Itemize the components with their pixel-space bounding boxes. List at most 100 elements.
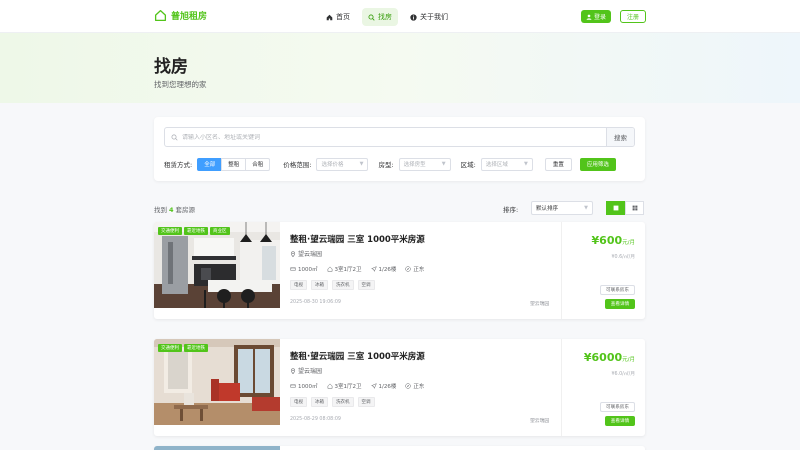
rent-type-all[interactable]: 全部 xyxy=(197,157,223,171)
unit-price: ¥6.0/㎡/月 xyxy=(611,372,635,377)
nav-item-label: 关于我们 xyxy=(420,13,448,21)
nav-item-find-house[interactable]: 找房 xyxy=(362,8,398,26)
listing-tags: 交通便利 靠近地铁 xyxy=(158,344,208,352)
listing-specs: 1000㎡ 3室1厅2卫 1/26楼 正东 xyxy=(290,265,424,273)
search-icon xyxy=(368,13,375,21)
result-number: 4 xyxy=(169,206,174,214)
community-name: 望云瑞园 xyxy=(298,368,323,375)
login-button[interactable]: 登录 xyxy=(581,10,611,23)
amenity-tag: 电视 xyxy=(290,397,307,407)
nav-item-about[interactable]: 关于我们 xyxy=(404,8,454,26)
amenity-list: 电视 冰箱 洗衣机 空调 xyxy=(290,397,375,407)
price-label: 价格范围: xyxy=(283,161,312,169)
search-icon xyxy=(171,134,178,141)
location-pin-icon xyxy=(290,250,296,257)
amenity-tag: 洗衣机 xyxy=(332,280,354,290)
spec-floor-value: 1/26楼 xyxy=(378,267,397,273)
apply-filter-button[interactable]: 应用筛选 xyxy=(579,157,616,171)
view-detail-button[interactable]: 查看详情 xyxy=(605,416,635,426)
price-amount: ¥6000 xyxy=(583,351,623,364)
chevron-down-icon: ▼ xyxy=(441,161,446,167)
feature-tag: 靠近地铁 xyxy=(184,344,208,352)
search-input[interactable] xyxy=(178,133,606,141)
navigation-icon xyxy=(370,266,377,272)
house-icon xyxy=(327,383,332,389)
nav-item-home[interactable]: 首页 xyxy=(320,8,356,26)
user-icon xyxy=(586,14,592,20)
compass-icon xyxy=(405,383,411,389)
amenity-tag: 空调 xyxy=(357,397,375,407)
amenity-list: 电视 冰箱 洗衣机 空调 xyxy=(290,280,375,290)
spec-floor: 1/26楼 xyxy=(370,382,396,390)
rent-type-group: 全部 整租 合租 xyxy=(197,157,271,171)
list-view-icon xyxy=(613,205,618,211)
listing-title[interactable]: 整租·望云瑞园 三室 1000平米房源 xyxy=(290,350,425,362)
listing-card[interactable]: 交通便利 靠近地铁 整租·望云瑞园 三室 1000平米房源 望云瑞园 1000㎡… xyxy=(154,339,645,436)
listing-district: 望云瑞园 xyxy=(530,419,550,424)
search-bar: 搜索 xyxy=(164,127,635,147)
layout-select[interactable]: 选择房型 ▼ xyxy=(398,157,451,171)
compass-icon xyxy=(405,266,411,272)
list-view-button[interactable] xyxy=(606,201,625,215)
rent-type-shared[interactable]: 合租 xyxy=(245,157,271,171)
view-toggle xyxy=(606,201,644,215)
house-icon xyxy=(327,266,332,272)
amenity-tag: 洗衣机 xyxy=(332,397,354,407)
spec-area: 1000㎡ xyxy=(290,382,318,390)
view-detail-button[interactable]: 查看详情 xyxy=(605,299,635,309)
search-button[interactable]: 搜索 xyxy=(606,128,634,146)
area-select[interactable]: 选择区域 ▼ xyxy=(480,157,533,171)
home-logo-icon xyxy=(154,9,167,22)
listing-card[interactable] xyxy=(154,446,645,450)
main-nav: 首页 找房 关于我们 xyxy=(320,8,454,26)
nav-item-label: 首页 xyxy=(336,13,350,21)
ruler-icon xyxy=(290,384,296,388)
chevron-down-icon: ▼ xyxy=(584,205,588,211)
filter-row: 租赁方式: 全部 整租 合租 价格范围: 选择价格 ▼ 房型: 选择房型 ▼ 区… xyxy=(164,157,635,171)
home-icon xyxy=(326,14,333,20)
result-prefix: 找到 xyxy=(154,206,167,214)
result-suffix: 套房源 xyxy=(175,206,196,214)
brand-logo[interactable]: 普旭租房 xyxy=(154,9,207,22)
listing-title[interactable]: 整租·望云瑞园 三室 1000平米房源 xyxy=(290,233,425,245)
listing-photo[interactable] xyxy=(154,446,280,450)
listing-community: 望云瑞园 xyxy=(290,366,322,375)
amenity-tag: 空调 xyxy=(357,280,375,290)
result-count: 找到 4 套房源 xyxy=(154,204,195,214)
spec-layout: 3室1厅2卫 xyxy=(327,265,362,273)
listing-price: ¥6000元/月 xyxy=(584,351,635,364)
listing-card[interactable]: 交通便利 靠近地铁 商业区 整租·望云瑞园 三室 1000平米房源 望云瑞园 1… xyxy=(154,222,645,319)
community-name: 望云瑞园 xyxy=(298,251,323,258)
grid-view-icon xyxy=(632,205,637,211)
sort-select[interactable]: 默认排序 ▼ xyxy=(531,201,593,215)
rent-type-label: 租赁方式: xyxy=(164,161,193,169)
price-unit: 元/月 xyxy=(622,240,635,246)
listing-specs: 1000㎡ 3室1厅2卫 1/26楼 正东 xyxy=(290,382,424,390)
chevron-down-icon: ▼ xyxy=(524,161,528,167)
contact-landlord-button[interactable]: 可联系房东 xyxy=(600,402,635,412)
sort-value: 默认排序 xyxy=(536,206,559,212)
info-icon xyxy=(410,13,417,21)
spec-floor: 1/26楼 xyxy=(370,265,397,273)
amenity-tag: 冰箱 xyxy=(311,397,328,407)
price-select-placeholder: 选择价格 xyxy=(321,162,344,168)
hero-banner: 找房 找到您理想的家 xyxy=(0,33,800,103)
brand-name: 普旭租房 xyxy=(171,12,208,22)
spec-area-value: 1000㎡ xyxy=(298,267,318,273)
area-label: 区域: xyxy=(460,161,476,169)
price-select[interactable]: 选择价格 ▼ xyxy=(316,157,369,171)
price-unit: 元/月 xyxy=(622,357,635,363)
feature-tag: 交通便利 xyxy=(158,344,182,352)
spec-layout: 3室1厅2卫 xyxy=(327,382,362,390)
listing-photo[interactable]: 交通便利 靠近地铁 xyxy=(154,339,280,425)
listing-photo[interactable]: 交通便利 靠近地铁 商业区 xyxy=(154,222,280,308)
register-button[interactable]: 注册 xyxy=(620,10,646,23)
amenity-tag: 电视 xyxy=(290,280,307,290)
page-title: 找房 xyxy=(154,57,188,77)
grid-view-button[interactable] xyxy=(625,201,644,215)
rent-type-whole[interactable]: 整租 xyxy=(221,157,247,171)
listing-community: 望云瑞园 xyxy=(290,249,322,258)
card-divider xyxy=(561,339,562,436)
reset-button[interactable]: 重置 xyxy=(544,157,572,171)
contact-landlord-button[interactable]: 可联系房东 xyxy=(600,285,635,295)
